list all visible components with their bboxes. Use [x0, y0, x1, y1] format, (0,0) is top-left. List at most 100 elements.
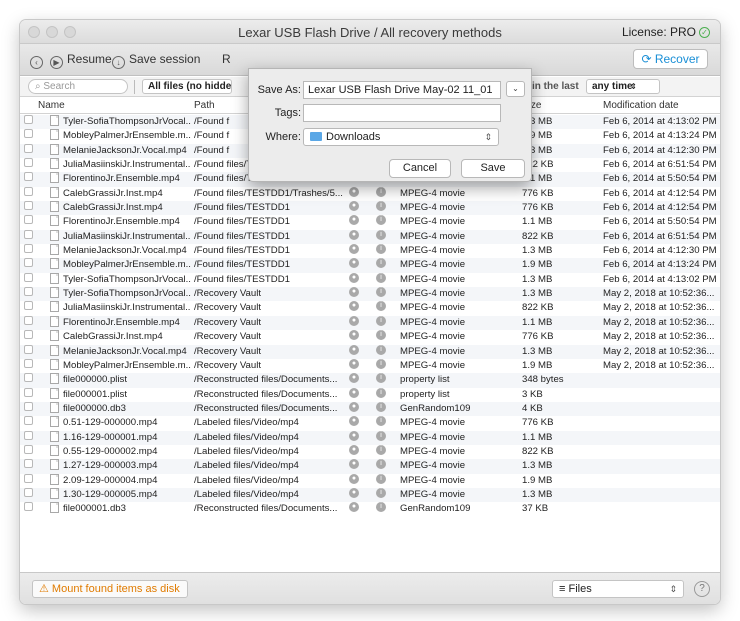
preview-icon[interactable]: ● — [349, 387, 359, 398]
preview-icon[interactable]: ● — [349, 358, 359, 369]
table-row[interactable]: FlorentinoJr.Ensemble.mp4/Recovery Vault… — [20, 315, 720, 331]
recover-button[interactable]: ⟳ Recover — [633, 49, 708, 69]
preview-icon[interactable]: ● — [349, 186, 359, 197]
table-row[interactable]: MelanieJacksonJr.Vocal.mp4/Found files/T… — [20, 244, 720, 258]
row-checkbox[interactable] — [24, 430, 33, 440]
preview-icon[interactable]: ● — [349, 373, 359, 384]
info-icon[interactable]: i — [376, 344, 386, 355]
preview-icon[interactable]: ● — [349, 487, 359, 498]
table-row[interactable]: JuliaMasiinskiJr.Instrumental.../Recover… — [20, 301, 720, 315]
row-checkbox[interactable] — [24, 330, 33, 340]
table-row[interactable]: file000000.db3/Reconstructed files/Docum… — [20, 401, 720, 417]
table-row[interactable]: JuliaMasiinskiJr.Instrumental.../Found f… — [20, 229, 720, 245]
info-icon[interactable]: i — [376, 502, 386, 513]
column-path[interactable]: Path — [194, 100, 215, 111]
table-row[interactable]: MobleyPalmerJrEnsemble.m.../Found files/… — [20, 258, 720, 273]
row-checkbox[interactable] — [24, 401, 33, 411]
table-row[interactable]: file000000.plist/Reconstructed files/Doc… — [20, 373, 720, 388]
preview-icon[interactable]: ● — [349, 502, 359, 513]
row-checkbox[interactable] — [24, 272, 33, 282]
table-row[interactable]: FlorentinoJr.Ensemble.mp4/Found files/TE… — [20, 215, 720, 229]
info-icon[interactable]: i — [376, 387, 386, 398]
expand-dialog-button[interactable]: ⌄ — [506, 81, 525, 97]
table-row[interactable]: file000001.plist/Reconstructed files/Doc… — [20, 387, 720, 402]
table-row[interactable]: 2.09-129-000004.mp4/Labeled files/Video/… — [20, 473, 720, 488]
row-checkbox[interactable] — [24, 201, 33, 211]
row-checkbox[interactable] — [24, 358, 33, 368]
preview-icon[interactable]: ● — [349, 244, 359, 255]
preview-icon[interactable]: ● — [349, 344, 359, 355]
row-checkbox[interactable] — [24, 244, 33, 254]
row-checkbox[interactable] — [24, 186, 33, 196]
row-checkbox[interactable] — [24, 215, 33, 225]
info-icon[interactable]: i — [376, 301, 386, 312]
preview-icon[interactable]: ● — [349, 430, 359, 441]
row-checkbox[interactable] — [24, 416, 33, 426]
preview-icon[interactable]: ● — [349, 330, 359, 341]
table-row[interactable]: file000001.db3/Reconstructed files/Docum… — [20, 502, 720, 516]
save-as-input[interactable]: Lexar USB Flash Drive May-02 11_01 — [303, 81, 501, 99]
view-select[interactable]: ≡ Files ⇕ — [552, 580, 684, 598]
preview-icon[interactable]: ● — [349, 272, 359, 283]
row-checkbox[interactable] — [24, 344, 33, 354]
row-checkbox[interactable] — [24, 143, 33, 153]
table-row[interactable]: 0.55-129-000002.mp4/Labeled files/Video/… — [20, 444, 720, 459]
row-checkbox[interactable] — [24, 387, 33, 397]
info-icon[interactable]: i — [376, 215, 386, 226]
row-checkbox[interactable] — [24, 373, 33, 383]
preview-icon[interactable]: ● — [349, 315, 359, 326]
resume-button[interactable]: ▶ Resume — [50, 52, 112, 69]
info-icon[interactable]: i — [376, 358, 386, 369]
back-button[interactable]: ‹ — [30, 52, 47, 69]
preview-icon[interactable]: ● — [349, 301, 359, 312]
info-icon[interactable]: i — [376, 401, 386, 412]
row-checkbox[interactable] — [24, 473, 33, 483]
row-checkbox[interactable] — [24, 487, 33, 497]
row-checkbox[interactable] — [24, 315, 33, 325]
table-row[interactable]: MobleyPalmerJrEnsemble.m.../Recovery Vau… — [20, 358, 720, 373]
info-icon[interactable]: i — [376, 287, 386, 298]
info-icon[interactable]: i — [376, 258, 386, 269]
row-checkbox[interactable] — [24, 229, 33, 239]
row-checkbox[interactable] — [24, 502, 33, 512]
info-icon[interactable]: i — [376, 444, 386, 455]
preview-icon[interactable]: ● — [349, 473, 359, 484]
row-checkbox[interactable] — [24, 459, 33, 469]
info-icon[interactable]: i — [376, 430, 386, 441]
table-row[interactable]: CalebGrassiJr.Inst.mp4/Found files/TESTD… — [20, 201, 720, 216]
info-icon[interactable]: i — [376, 315, 386, 326]
file-filter-select[interactable]: All files (no hidden — [142, 79, 232, 94]
row-checkbox[interactable] — [24, 115, 33, 124]
cancel-button[interactable]: Cancel — [389, 159, 451, 178]
row-checkbox[interactable] — [24, 129, 33, 139]
table-row[interactable]: CalebGrassiJr.Inst.mp4/Recovery Vault ● i M… — [20, 330, 720, 344]
table-row[interactable]: 0.51-129-000000.mp4/Labeled files/Video/… — [20, 416, 720, 430]
preview-icon[interactable]: ● — [349, 215, 359, 226]
save-button[interactable]: Save — [461, 159, 525, 178]
license-status[interactable]: License: PRO ✓ — [622, 25, 710, 39]
info-icon[interactable]: i — [376, 244, 386, 255]
row-checkbox[interactable] — [24, 172, 33, 182]
preview-icon[interactable]: ● — [349, 401, 359, 412]
info-icon[interactable]: i — [376, 201, 386, 212]
column-modified[interactable]: Modification date — [603, 100, 679, 111]
preview-icon[interactable]: ● — [349, 444, 359, 455]
table-row[interactable]: 1.16-129-000001.mp4/Labeled files/Video/… — [20, 430, 720, 445]
table-row[interactable]: MelanieJacksonJr.Vocal.mp4/Recovery Vaul… — [20, 344, 720, 359]
help-button[interactable]: ? — [694, 581, 710, 597]
table-row[interactable]: 1.30-129-000005.mp4/Labeled files/Video/… — [20, 487, 720, 503]
row-checkbox[interactable] — [24, 258, 33, 268]
info-icon[interactable]: i — [376, 459, 386, 470]
preview-icon[interactable]: ● — [349, 287, 359, 298]
info-icon[interactable]: i — [376, 272, 386, 283]
row-checkbox[interactable] — [24, 287, 33, 297]
row-checkbox[interactable] — [24, 301, 33, 311]
row-checkbox[interactable] — [24, 158, 33, 168]
where-select[interactable]: Downloads ⇕ — [303, 128, 499, 146]
preview-icon[interactable]: ● — [349, 416, 359, 427]
row-checkbox[interactable] — [24, 444, 33, 454]
preview-icon[interactable]: ● — [349, 258, 359, 269]
save-session-button[interactable]: ↓ Save session — [112, 52, 200, 69]
search-input[interactable]: ⌕ Search — [28, 79, 128, 94]
time-range-select[interactable]: any time ⇕ — [586, 79, 660, 94]
